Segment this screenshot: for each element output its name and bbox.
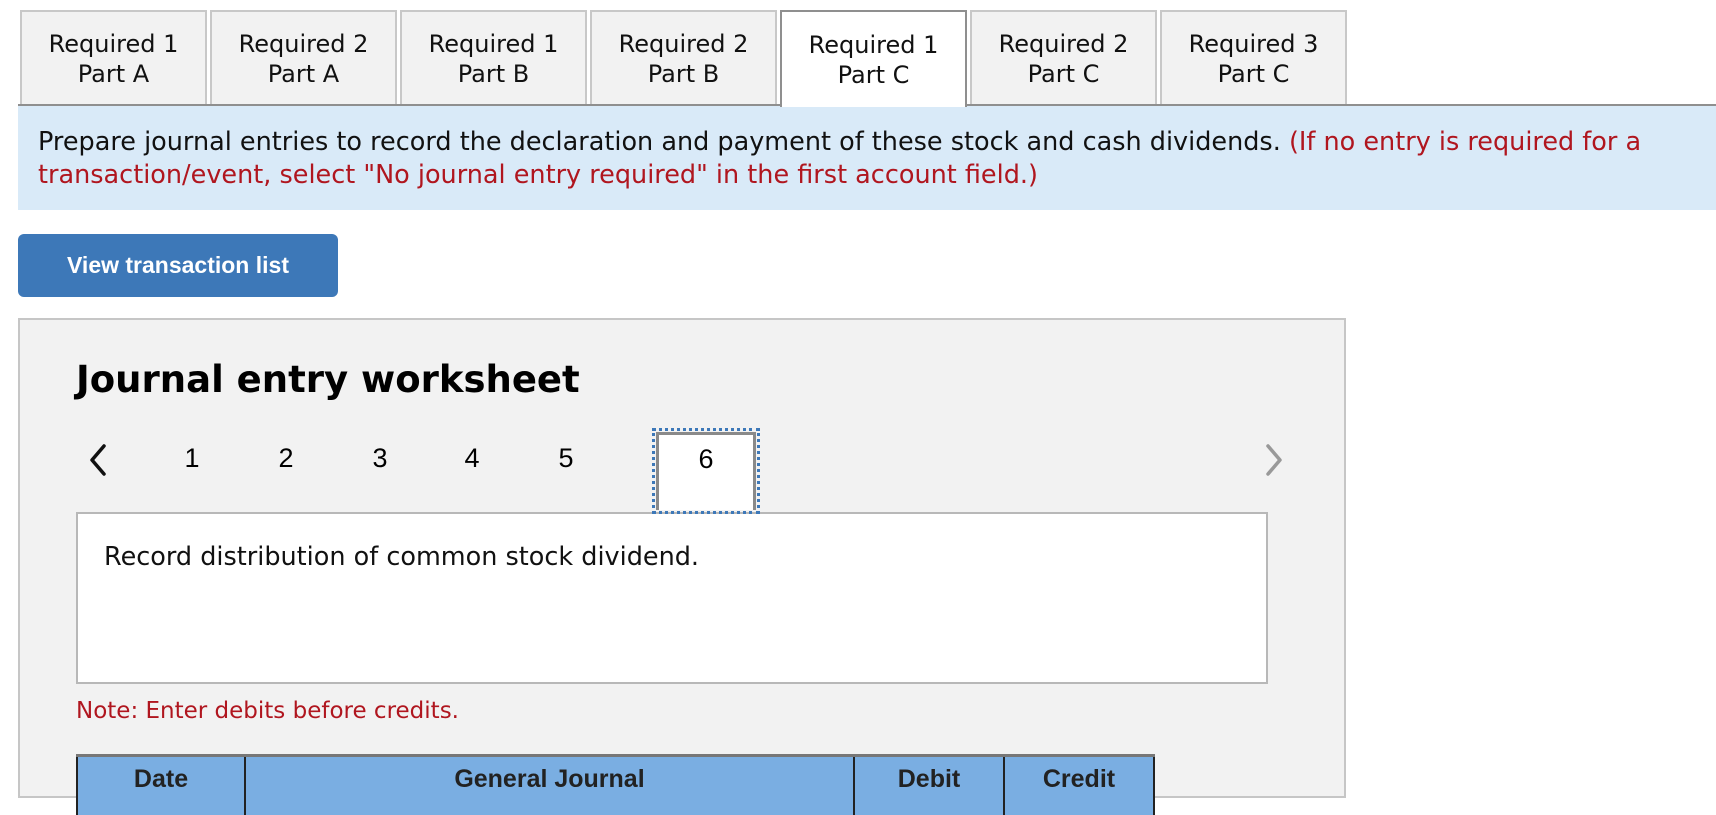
instructions-text: Prepare journal entries to record the de… — [38, 127, 1281, 157]
tab-label-line2: Part C — [1218, 59, 1290, 89]
previous-entry-button[interactable] — [84, 440, 114, 480]
tab-required-3-part-c[interactable]: Required 3 Part C — [1160, 10, 1347, 105]
journal-entry-worksheet: Journal entry worksheet 1 2 3 4 5 6 Reco… — [18, 318, 1346, 798]
tab-label-line1: Required 1 — [49, 29, 179, 59]
tab-required-2-part-a[interactable]: Required 2 Part A — [210, 10, 397, 105]
tab-required-2-part-c[interactable]: Required 2 Part C — [970, 10, 1157, 105]
tab-required-2-part-b[interactable]: Required 2 Part B — [590, 10, 777, 105]
tab-label-line1: Required 2 — [619, 29, 749, 59]
requirement-tabs: Required 1 Part A Required 2 Part A Requ… — [20, 10, 1350, 105]
column-header-credit: Credit — [1004, 756, 1154, 815]
tab-label-line1: Required 1 — [809, 30, 939, 60]
column-header-general-journal: General Journal — [245, 756, 854, 815]
view-transaction-list-button[interactable]: View transaction list — [18, 234, 338, 297]
column-header-date: Date — [77, 756, 245, 815]
chevron-right-icon — [1258, 440, 1288, 480]
entry-page-2[interactable]: 2 — [266, 443, 306, 474]
tab-label-line1: Required 3 — [1189, 29, 1319, 59]
tab-required-1-part-c[interactable]: Required 1 Part C — [780, 10, 967, 107]
next-entry-button[interactable] — [1258, 440, 1288, 480]
entry-description: Record distribution of common stock divi… — [104, 542, 699, 572]
worksheet-title: Journal entry worksheet — [76, 358, 580, 401]
entry-description-box: Record distribution of common stock divi… — [76, 512, 1268, 684]
debit-credit-note: Note: Enter debits before credits. — [76, 698, 459, 724]
chevron-left-icon — [84, 440, 114, 480]
tab-label-line1: Required 1 — [429, 29, 559, 59]
journal-table-header-row: Date General Journal Debit Credit — [77, 756, 1154, 815]
entry-page-4[interactable]: 4 — [452, 443, 492, 474]
tab-label-line1: Required 2 — [239, 29, 369, 59]
entry-page-3[interactable]: 3 — [360, 443, 400, 474]
column-header-debit: Debit — [854, 756, 1004, 815]
instructions-panel: Prepare journal entries to record the de… — [18, 106, 1716, 210]
tab-label-line2: Part B — [458, 59, 529, 89]
journal-table: Date General Journal Debit Credit — [76, 754, 1155, 815]
entry-page-5[interactable]: 5 — [546, 443, 586, 474]
tab-label-line2: Part C — [838, 60, 910, 90]
tab-label-line2: Part B — [648, 59, 719, 89]
entry-page-1[interactable]: 1 — [172, 443, 212, 474]
tab-required-1-part-b[interactable]: Required 1 Part B — [400, 10, 587, 105]
tab-label-line2: Part C — [1028, 59, 1100, 89]
tab-required-1-part-a[interactable]: Required 1 Part A — [20, 10, 207, 105]
entry-page-6-current[interactable]: 6 — [656, 432, 756, 510]
tab-label-line2: Part A — [268, 59, 339, 89]
tab-label-line2: Part A — [78, 59, 149, 89]
tab-label-line1: Required 2 — [999, 29, 1129, 59]
